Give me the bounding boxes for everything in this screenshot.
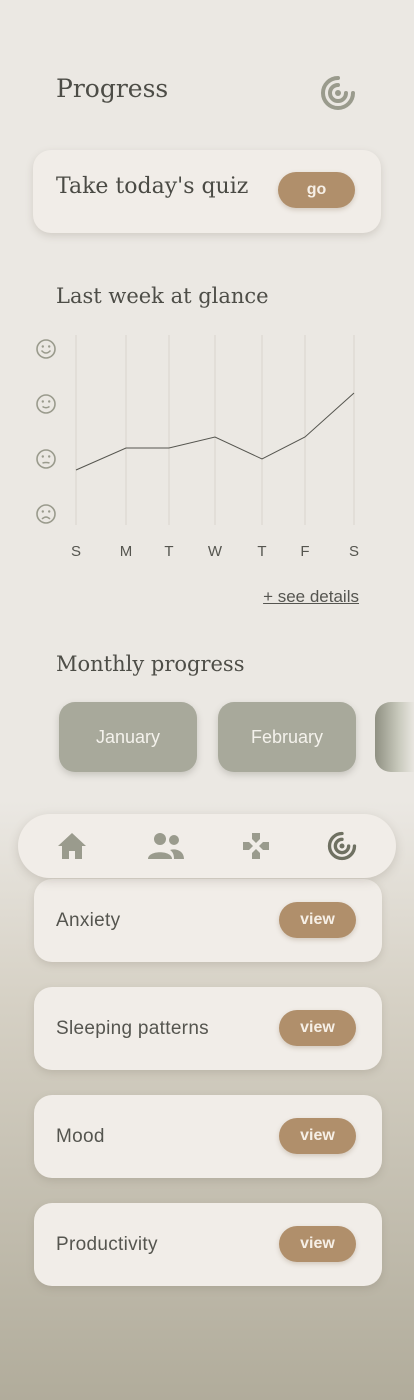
x-tick-label: T (164, 543, 173, 560)
page-title: Progress (56, 74, 169, 103)
item-card-mood[interactable]: Mood view (34, 1095, 382, 1178)
month-february-button[interactable]: February (218, 702, 356, 772)
item-card-sleeping-patterns[interactable]: Sleeping patterns view (34, 987, 382, 1070)
radar-icon (327, 831, 357, 861)
nav-games[interactable] (218, 814, 294, 878)
x-tick-label: W (208, 543, 223, 560)
view-button[interactable]: view (279, 1118, 356, 1154)
item-card-productivity[interactable]: Productivity view (34, 1203, 382, 1286)
quiz-card[interactable]: Take today's quiz go (33, 150, 381, 233)
x-tick-label: F (300, 543, 309, 560)
view-button[interactable]: view (279, 902, 356, 938)
weekly-mood-chart: SMTWTFS (36, 335, 359, 560)
weekly-title: Last week at glance (56, 284, 269, 308)
x-tick-label: T (257, 543, 266, 560)
item-label: Sleeping patterns (56, 1018, 209, 1039)
item-label: Anxiety (56, 910, 121, 931)
item-card-anxiety[interactable]: Anxiety view (34, 879, 382, 962)
month-next-button-partial[interactable] (375, 702, 414, 772)
bottom-nav (18, 814, 396, 878)
view-button[interactable]: view (279, 1010, 356, 1046)
happy-face-icon (36, 339, 56, 359)
nav-progress[interactable] (304, 814, 380, 878)
item-label: Productivity (56, 1234, 158, 1255)
smile-face-icon (36, 394, 56, 414)
month-january-button[interactable]: January (59, 702, 197, 772)
monthly-title: Monthly progress (56, 652, 245, 676)
people-icon (148, 833, 184, 859)
nav-community[interactable] (128, 814, 204, 878)
see-details-link[interactable]: + see details (263, 587, 359, 607)
neutral-face-icon (36, 449, 56, 469)
x-tick-label: S (349, 543, 359, 560)
view-button[interactable]: view (279, 1226, 356, 1262)
radar-icon[interactable] (320, 75, 356, 111)
item-label: Mood (56, 1126, 105, 1147)
sad-face-icon (36, 504, 56, 524)
nav-home[interactable] (34, 814, 110, 878)
home-icon (58, 833, 86, 859)
gamepad-icon (243, 833, 269, 859)
x-tick-label: S (71, 543, 81, 560)
go-button[interactable]: go (278, 172, 355, 208)
quiz-title: Take today's quiz (56, 174, 249, 199)
x-tick-label: M (120, 543, 133, 560)
